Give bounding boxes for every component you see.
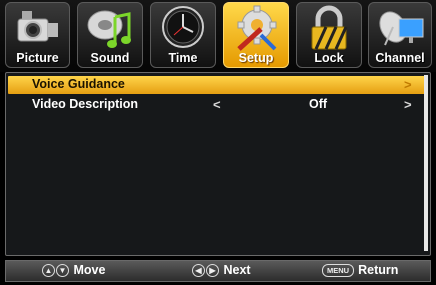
tab-lock[interactable]: Lock [296, 2, 362, 68]
menu-button-icon: MENU [322, 264, 355, 277]
tab-setup[interactable]: Setup [223, 2, 289, 68]
menu-item-value: Off [308, 97, 328, 111]
move-hint: ▲ ▼ Move [42, 263, 105, 277]
satellite-dish-icon [379, 11, 424, 46]
clock-icon [162, 6, 204, 48]
music-note-icon [87, 10, 131, 48]
menu-item-label: Video Description [32, 97, 139, 111]
chevron-left-icon[interactable]: < [213, 97, 221, 112]
chevron-right-icon[interactable]: > [404, 97, 412, 112]
next-hint-label: Next [223, 263, 251, 277]
menu-item-label: Voice Guidance [32, 77, 125, 91]
gear-tools-icon [237, 5, 277, 51]
down-button-icon: ▼ [56, 264, 69, 277]
tab-sound-label: Sound [90, 51, 130, 65]
tab-sound[interactable]: Sound [77, 2, 143, 68]
tab-setup-label: Setup [238, 51, 274, 65]
menu-item-video-description[interactable]: Video Description < Off > [8, 96, 426, 114]
next-hint: ◀ ▶ Next [192, 263, 251, 277]
tab-lock-label: Lock [314, 51, 344, 65]
tab-time[interactable]: Time [150, 2, 216, 68]
setup-menu-panel: Voice Guidance > Video Description < Off… [5, 72, 431, 256]
scrollbar-thumb[interactable] [424, 75, 428, 251]
move-hint-label: Move [73, 263, 106, 277]
padlock-icon [311, 5, 348, 50]
right-button-icon: ▶ [206, 264, 219, 277]
menu-item-voice-guidance[interactable]: Voice Guidance > [8, 76, 426, 94]
tab-channel[interactable]: Channel [368, 2, 432, 68]
tv-osd-menu: Picture Sound Time Setup Lock Channel Vo… [0, 0, 436, 285]
tab-picture-label: Picture [16, 51, 59, 65]
scrollbar[interactable] [424, 75, 428, 251]
menu-tab-bar: Picture Sound Time Setup Lock Channel [0, 0, 436, 72]
camcorder-icon [17, 11, 58, 42]
chevron-right-icon: > [404, 77, 412, 92]
return-hint-label: Return [358, 263, 399, 277]
tab-time-label: Time [168, 51, 198, 65]
tab-channel-label: Channel [375, 51, 425, 65]
left-button-icon: ◀ [192, 264, 205, 277]
help-bar: ▲ ▼ Move ◀ ▶ Next MENU Return [5, 260, 431, 282]
tab-picture[interactable]: Picture [5, 2, 70, 68]
up-button-icon: ▲ [42, 264, 55, 277]
return-hint: MENU Return [322, 263, 398, 277]
